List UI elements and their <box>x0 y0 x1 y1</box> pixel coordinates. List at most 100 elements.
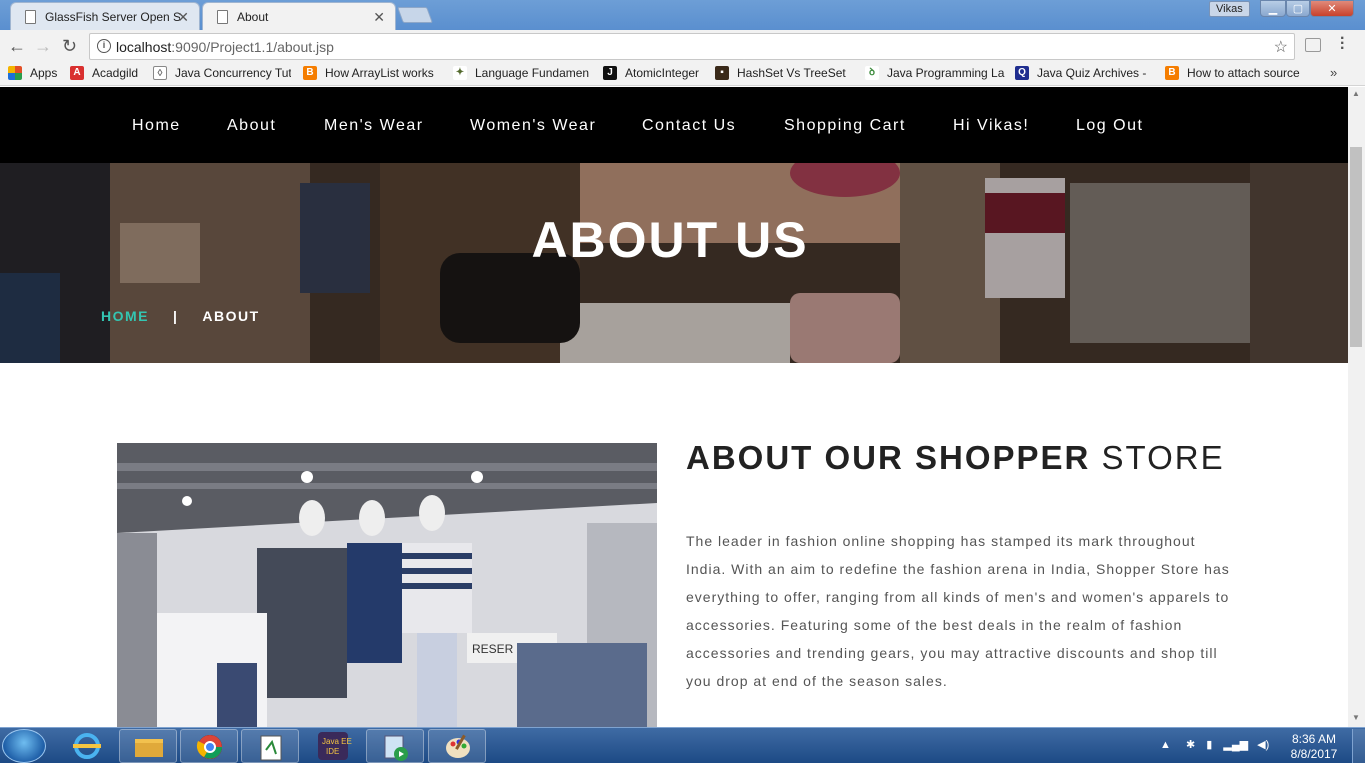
breadcrumb-home-link[interactable]: HOME <box>101 308 149 324</box>
clock-date: 8/8/2017 <box>1290 747 1338 761</box>
page-title: ABOUT US <box>531 212 809 268</box>
bookmark-label: Acadgild <box>92 66 139 80</box>
java-ee-ide-icon[interactable]: Java EE IDE <box>304 729 362 763</box>
new-tab-button[interactable] <box>397 7 433 23</box>
chevron-right-icon[interactable]: » <box>1330 65 1337 80</box>
nav-log-out[interactable]: Log Out <box>1076 117 1143 135</box>
bookmark-arraylist[interactable]: B How ArrayList works <box>303 66 441 80</box>
media-player-icon[interactable] <box>366 729 424 763</box>
blogger-icon: B <box>1165 66 1179 80</box>
bookmark-label: How to attach source <box>1187 66 1300 80</box>
acadgild-icon: A <box>70 66 84 80</box>
nav-shopping-cart[interactable]: Shopping Cart <box>784 117 906 135</box>
browser-title-bar: GlassFish Server Open Sc ✕ About ✕ Vikas… <box>0 0 1365 30</box>
forward-arrow-icon[interactable]: → <box>34 36 52 57</box>
bookmark-label: AtomicInteger <box>625 66 700 80</box>
bookmark-label: Java Quiz Archives - <box>1037 66 1147 80</box>
nav-contact-us[interactable]: Contact Us <box>642 117 736 135</box>
page-scrollbar[interactable]: ▲ ▼ <box>1348 87 1365 727</box>
bookmark-hashset-treeset[interactable]: ▪ HashSet Vs TreeSet <box>715 66 855 80</box>
svg-text:IDE: IDE <box>326 747 339 756</box>
scroll-down-icon[interactable]: ▼ <box>1352 713 1360 722</box>
signal-icon[interactable]: ▂▄▆ <box>1223 739 1248 751</box>
close-icon[interactable]: ✕ <box>373 9 385 26</box>
file-explorer-icon[interactable] <box>119 729 177 763</box>
apps-grid-icon <box>8 66 22 80</box>
bookmark-attach-source[interactable]: B How to attach source <box>1165 66 1305 80</box>
breadcrumb-current: ABOUT <box>202 308 260 324</box>
bookmark-label: Apps <box>30 66 58 80</box>
bookmark-apps[interactable]: Apps <box>8 66 63 80</box>
chrome-icon[interactable] <box>180 729 238 763</box>
bookmark-label: Java Concurrency Tut <box>175 66 291 80</box>
about-heading: ABOUT OUR SHOPPER STORE <box>686 439 1225 477</box>
about-heading-bold: ABOUT OUR SHOPPER <box>686 439 1091 476</box>
site-navbar: Home About Men's Wear Women's Wear Conta… <box>0 87 1348 163</box>
bookmark-label: HashSet Vs TreeSet <box>737 66 846 80</box>
hero-banner: ABOUT US HOME | ABOUT <box>0 163 1348 363</box>
taskbar-clock[interactable]: 8:36 AM 8/8/2017 <box>1284 732 1344 762</box>
about-paragraph: The leader in fashion online shopping ha… <box>686 533 1230 689</box>
mannequins-image: RESER <box>117 443 657 727</box>
svg-text:Java EE: Java EE <box>322 737 352 746</box>
tree-icon: ✦ <box>453 66 467 80</box>
menu-dots-icon[interactable]: · · · <box>1340 31 1345 57</box>
blogger-icon: B <box>303 66 317 80</box>
extension-icon[interactable] <box>1305 38 1321 52</box>
breadcrumb-separator: | <box>173 308 179 324</box>
url-path: :9090/Project1.1/about.jsp <box>171 38 334 55</box>
close-icon[interactable]: ✕ <box>177 9 189 26</box>
minimize-button[interactable]: ▁ <box>1260 0 1286 17</box>
star-icon[interactable]: ☆ <box>1274 37 1288 57</box>
notepad-icon[interactable] <box>241 729 299 763</box>
volume-icon[interactable]: ◀) <box>1257 739 1269 751</box>
nav-home[interactable]: Home <box>132 117 181 135</box>
breadcrumb: HOME | ABOUT <box>101 308 260 324</box>
tree-icon: ꝺ <box>865 66 879 80</box>
back-arrow-icon[interactable]: ← <box>8 36 26 57</box>
url-host: localhost <box>116 38 172 55</box>
paint-icon[interactable] <box>428 729 486 763</box>
nav-womens-wear[interactable]: Women's Wear <box>470 117 596 135</box>
tab-glassfish[interactable]: GlassFish Server Open Sc ✕ <box>10 2 200 30</box>
page-icon <box>25 10 36 24</box>
internet-explorer-icon[interactable] <box>58 729 116 763</box>
bookmark-acadgild[interactable]: A Acadgild <box>70 66 145 80</box>
bookmark-icon: ◊ <box>153 66 167 80</box>
maximize-button[interactable]: ▢ <box>1286 0 1310 17</box>
bookmark-language-fundamentals[interactable]: ✦ Language Fundamen <box>453 66 593 80</box>
info-icon[interactable]: i <box>97 39 111 53</box>
browser-toolbar: ← → ↻ i localhost:9090/Project1.1/about.… <box>0 30 1365 62</box>
battery-icon[interactable]: ▮ <box>1206 739 1212 751</box>
about-heading-light: STORE <box>1090 439 1225 476</box>
nav-mens-wear[interactable]: Men's Wear <box>324 117 424 135</box>
address-bar[interactable]: i localhost:9090/Project1.1/about.jsp ☆ <box>89 33 1295 60</box>
bluetooth-icon[interactable]: ✱ <box>1186 739 1195 751</box>
system-tray: ▲ ✱ ▮ ▂▄▆ ◀) <box>1160 738 1269 751</box>
j-icon: J <box>603 66 617 80</box>
nav-greeting[interactable]: Hi Vikas! <box>953 117 1029 135</box>
bookmark-atomicinteger[interactable]: J AtomicInteger <box>603 66 708 80</box>
scrollbar-thumb[interactable] <box>1350 147 1362 347</box>
bookmark-label: Java Programming La <box>887 66 1005 80</box>
bookmark-java-programming[interactable]: ꝺ Java Programming La <box>865 66 1005 80</box>
tab-about[interactable]: About ✕ <box>202 2 396 30</box>
scroll-up-icon[interactable]: ▲ <box>1352 89 1360 98</box>
page-icon: ▪ <box>715 66 729 80</box>
bookmark-java-quiz[interactable]: Q Java Quiz Archives - <box>1015 66 1155 80</box>
windows-start-icon[interactable] <box>2 729 46 763</box>
bookmarks-bar: Apps A Acadgild ◊ Java Concurrency Tut B… <box>0 62 1365 86</box>
tray-expand-icon[interactable]: ▲ <box>1160 739 1171 751</box>
bookmark-label: Language Fundamen <box>475 66 590 80</box>
user-profile-badge[interactable]: Vikas <box>1209 1 1250 17</box>
reload-icon[interactable]: ↻ <box>62 36 77 57</box>
show-desktop-button[interactable] <box>1352 729 1365 763</box>
page-viewport: Home About Men's Wear Women's Wear Conta… <box>0 87 1348 727</box>
mannequins-illustration: RESER <box>117 443 657 727</box>
bookmark-java-concurrency[interactable]: ◊ Java Concurrency Tut <box>153 66 291 80</box>
window-close-button[interactable]: ✕ <box>1310 0 1354 17</box>
page-icon <box>217 10 228 24</box>
quiz-icon: Q <box>1015 66 1029 80</box>
nav-about[interactable]: About <box>227 117 276 135</box>
tab-label: GlassFish Server Open Sc <box>45 9 180 24</box>
